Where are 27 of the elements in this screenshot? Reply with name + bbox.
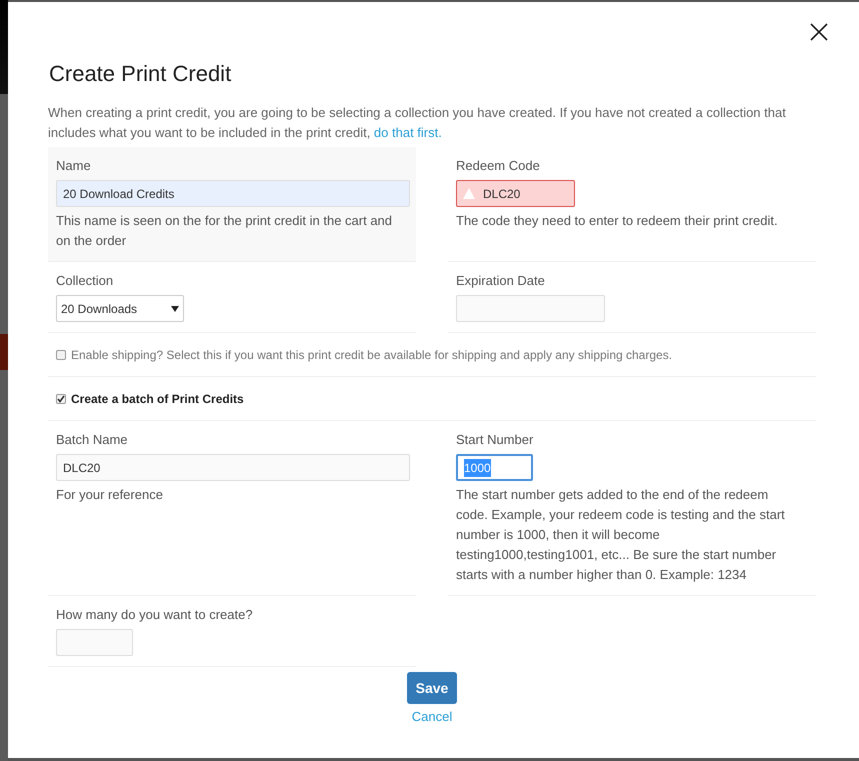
field-label: How many do you want to create? bbox=[56, 606, 254, 624]
input-field[interactable]: DLC20 bbox=[56, 454, 410, 481]
warning-icon bbox=[463, 188, 475, 199]
checkbox[interactable] bbox=[56, 394, 66, 404]
caret-icon bbox=[171, 306, 179, 312]
input-field[interactable] bbox=[56, 629, 133, 656]
field-label: Collection bbox=[56, 272, 114, 290]
input-field[interactable] bbox=[456, 295, 605, 322]
checkbox-label: Create a batch of Print Credits bbox=[71, 390, 244, 408]
field-label: Redeem Code bbox=[456, 157, 541, 175]
save-button[interactable]: Save bbox=[406, 672, 458, 704]
field-label: Start Number bbox=[456, 431, 534, 449]
checkbox-label: Enable shipping? Select this if you want this print credit be available for shipping and apply any shipping charges. bbox=[71, 346, 672, 364]
intro-text: When creating a print credit, you are going to be selecting a collection you have created. If you have not created a collection that includes what you want to be included in the print credit, do that first. bbox=[48, 104, 787, 142]
close-icon[interactable] bbox=[809, 22, 829, 42]
field-label: Batch Name bbox=[56, 431, 129, 449]
dialog-title: Create Print Credit bbox=[48, 60, 232, 88]
input-field[interactable]: 20 Download Credits bbox=[56, 180, 410, 207]
checkbox[interactable] bbox=[56, 350, 66, 360]
help-text: The start number gets added to the end of the redeem code. Example, your redeem code is testing and the start number is 1000, then it will become testing1000,testing1001, etc... Be sure the start number starts with a number higher than 0. Example: 1234 bbox=[456, 486, 786, 584]
help-text: For your reference bbox=[56, 486, 164, 504]
field-label: Expiration Date bbox=[456, 272, 546, 290]
input-field[interactable]: DLC20 bbox=[456, 180, 575, 207]
help-text: The code they need to enter to redeem their print credit. bbox=[456, 212, 779, 230]
select-field[interactable]: 20 Downloads bbox=[56, 295, 184, 322]
help-text: This name is seen on the for the print credit in the cart and on the order bbox=[56, 212, 394, 250]
field-label: Name bbox=[56, 157, 92, 175]
